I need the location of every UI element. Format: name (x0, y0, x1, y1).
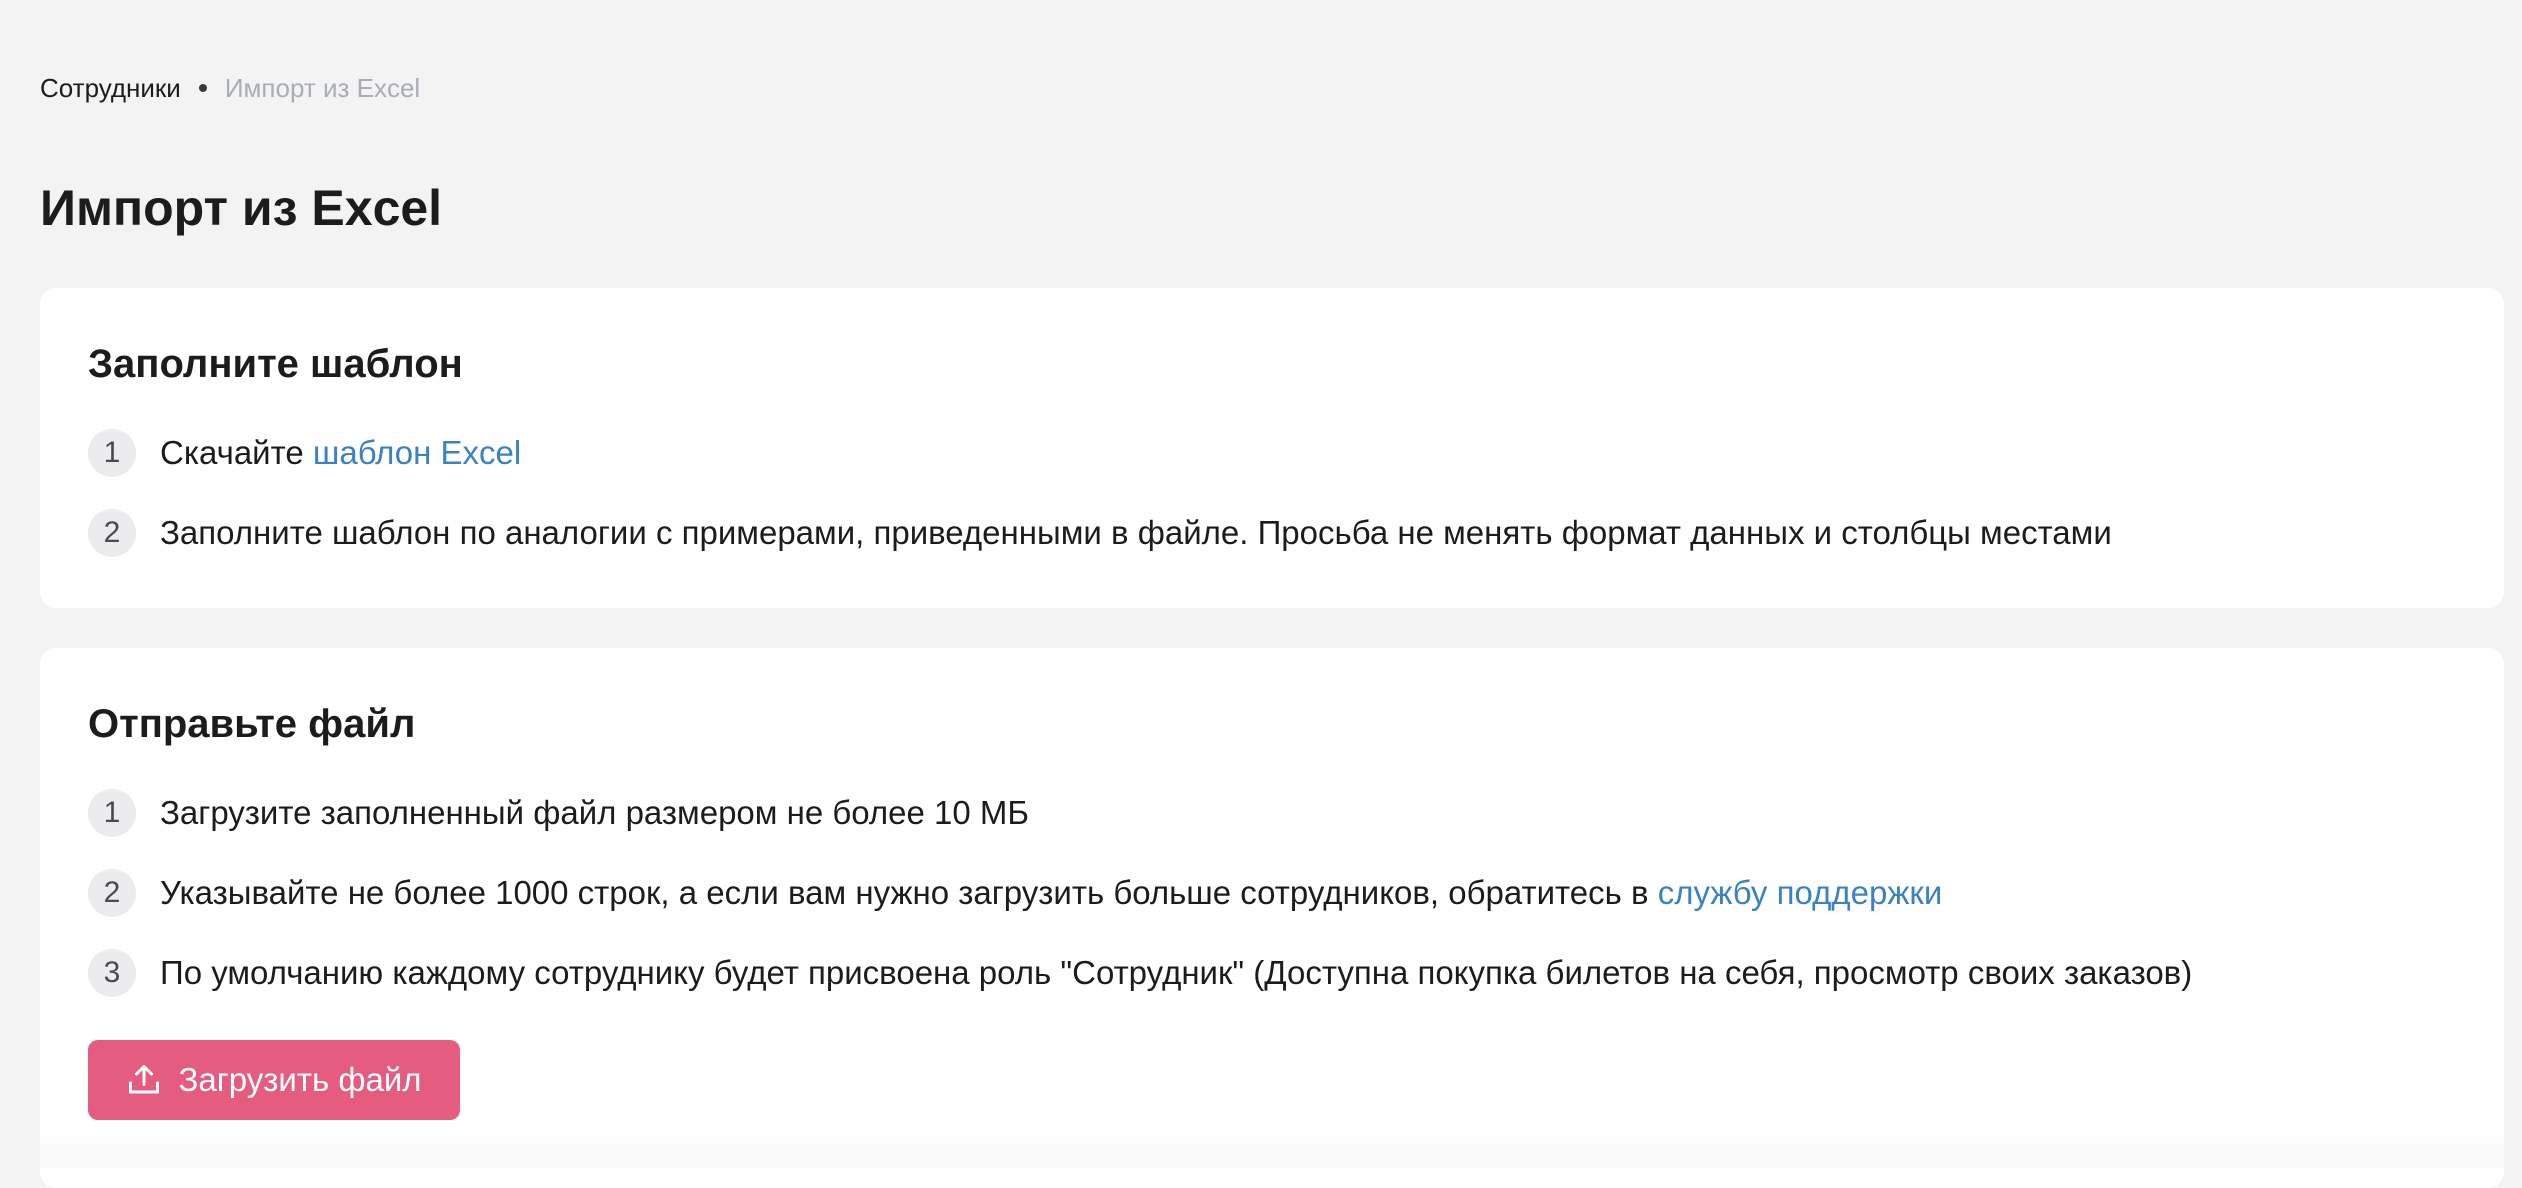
step-text: Загрузите заполненный файл размером не б… (160, 794, 1030, 831)
upload-file-button[interactable]: Загрузить файл (88, 1040, 460, 1120)
template-step-1: 1 Скачайте шаблон Excel (88, 428, 2112, 478)
template-card: Заполните шаблон 1 Скачайте шаблон Excel… (40, 288, 2504, 608)
breadcrumb-employees-link[interactable]: Сотрудники (40, 73, 181, 104)
breadcrumb-current: Импорт из Excel (224, 72, 421, 103)
step-text: Заполните шаблон по аналогии с примерами… (160, 514, 2112, 551)
upload-card: Отправьте файл 1 Загрузите заполненный ф… (40, 648, 2504, 1188)
step-text-prefix: Скачайте (160, 434, 313, 471)
upload-step-2: 2 Указывайте не более 1000 строк, а если… (88, 868, 2192, 918)
upload-file-button-label: Загрузить файл (178, 1061, 422, 1098)
step-text: Скачайте шаблон Excel (160, 434, 521, 472)
upload-step-3: 3 По умолчанию каждому сотруднику будет … (88, 948, 2192, 998)
breadcrumb: Сотрудники Импорт из Excel (40, 70, 420, 106)
step-text: Указывайте не более 1000 строк, а если в… (160, 874, 1942, 912)
upload-card-title: Отправьте файл (88, 702, 416, 746)
upload-icon (126, 1062, 162, 1098)
template-card-title: Заполните шаблон (88, 342, 463, 386)
upload-step-1: 1 Загрузите заполненный файл размером не… (88, 788, 2192, 838)
excel-template-link[interactable]: шаблон Excel (313, 434, 521, 471)
step-text: По умолчанию каждому сотруднику будет пр… (160, 954, 2193, 991)
step-number-badge: 3 (88, 949, 136, 997)
support-link[interactable]: службу поддержки (1658, 874, 1943, 911)
template-steps-list: 1 Скачайте шаблон Excel 2 Заполните шабл… (88, 428, 2112, 588)
step-number-badge: 1 (88, 789, 136, 837)
step-text-prefix: Указывайте не более 1000 строк, а если в… (160, 874, 1658, 911)
step-number-badge: 1 (88, 429, 136, 477)
page-title: Импорт из Excel (40, 180, 443, 236)
step-number-badge: 2 (88, 869, 136, 917)
template-step-2: 2 Заполните шаблон по аналогии с примера… (88, 508, 2112, 558)
upload-steps-list: 1 Загрузите заполненный файл размером не… (88, 788, 2192, 1028)
step-number-badge: 2 (88, 509, 136, 557)
breadcrumb-separator (198, 84, 207, 92)
